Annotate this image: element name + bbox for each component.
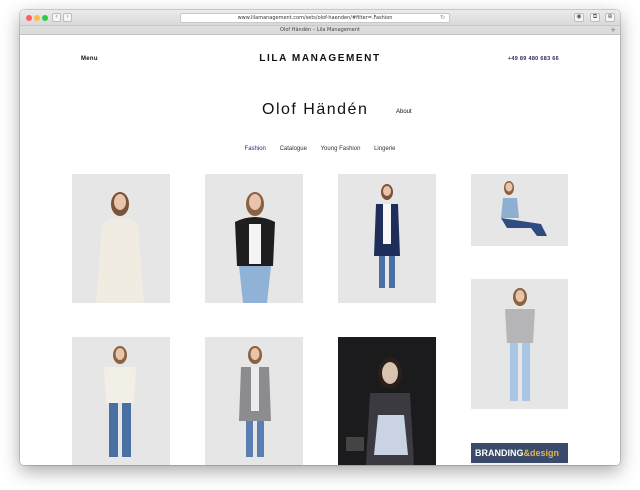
model-photo-image [374, 184, 400, 288]
model-photo-image [346, 357, 414, 465]
model-photo-image [501, 181, 547, 236]
shield-icon[interactable]: ◉ [574, 13, 584, 22]
branding-text: BRANDING [475, 448, 524, 458]
minimize-window-button[interactable] [34, 15, 40, 21]
tabs-icon[interactable]: ⧉ [590, 13, 600, 22]
new-tab-button[interactable]: + [610, 26, 616, 34]
filter-catalogue[interactable]: Catalogue [280, 146, 307, 152]
model-photo-image [239, 346, 271, 457]
address-bar-url: www.lilamanagement.com/sets/olof-haenden… [237, 15, 393, 21]
model-photo-image [104, 346, 136, 457]
address-bar[interactable]: www.lilamanagement.com/sets/olof-haenden… [180, 13, 450, 23]
gallery-photo[interactable] [205, 174, 303, 303]
design-text: &design [523, 448, 560, 458]
branding-tile-title: BRANDING&design [471, 443, 568, 463]
filter-fashion[interactable]: Fashion [245, 146, 266, 152]
gallery-photo[interactable] [72, 174, 170, 303]
gallery-photo[interactable] [471, 174, 568, 246]
back-button[interactable]: ‹ [52, 13, 61, 22]
phone-link[interactable]: +49 89 480 683 66 [508, 56, 559, 62]
gallery-photo-branding[interactable]: BRANDING&design [471, 443, 568, 465]
gallery-photo[interactable] [72, 337, 170, 465]
browser-titlebar: ‹ › www.lilamanagement.com/sets/olof-hae… [20, 10, 620, 26]
filter-young-fashion[interactable]: Young Fashion [321, 146, 361, 152]
about-link[interactable]: About [396, 109, 412, 115]
extension-icon[interactable]: ⊕ [605, 13, 615, 22]
category-filter: Fashion Catalogue Young Fashion Lingerie [20, 146, 620, 152]
close-window-button[interactable] [26, 15, 32, 21]
model-name: Olof Händén [262, 101, 369, 118]
page-content: Menu LILA MANAGEMENT +49 89 480 683 66 O… [20, 36, 620, 465]
model-photo-image [505, 288, 535, 401]
browser-window: ‹ › www.lilamanagement.com/sets/olof-hae… [20, 10, 620, 465]
gallery-photo[interactable] [471, 279, 568, 409]
model-photo-image [96, 192, 144, 303]
active-tab-title[interactable]: Olof Händén – Lila Management [280, 27, 360, 33]
model-photo-image [235, 192, 275, 303]
gallery-photo[interactable] [205, 337, 303, 465]
filter-lingerie[interactable]: Lingerie [374, 146, 395, 152]
forward-button[interactable]: › [63, 13, 72, 22]
reload-icon[interactable]: ↻ [440, 14, 445, 22]
gallery-photo[interactable] [338, 337, 436, 465]
gallery-photo[interactable] [338, 174, 436, 303]
tab-bar: Olof Händén – Lila Management + [20, 26, 620, 35]
zoom-window-button[interactable] [42, 15, 48, 21]
